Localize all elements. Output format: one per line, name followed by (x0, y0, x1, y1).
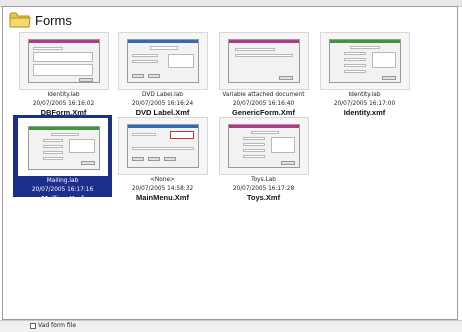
thumbnail (218, 32, 309, 90)
thumbnail (117, 32, 208, 90)
file-label-name: Toys.Lab (251, 177, 276, 183)
file-tile-genericform[interactable]: Variable attached document 20/07/2005 16… (216, 32, 311, 117)
folder-header: Forms (9, 9, 72, 31)
file-date: 20/07/2005 16:16:40 (232, 101, 295, 107)
page-title: Forms (35, 12, 72, 28)
file-label-name: Identity.lab (47, 92, 80, 98)
folder-icon (9, 12, 31, 28)
thumbnail (117, 117, 208, 175)
file-label-name: Identity.lab (348, 92, 381, 98)
file-name: Mailing.Xmf (41, 194, 84, 203)
file-tile-dbform[interactable]: Identity.lab 20/07/2005 16:16:02 DBForm.… (16, 32, 111, 117)
status-checkbox[interactable] (30, 322, 36, 329)
file-date: 20/07/2005 16:17:28 (232, 186, 295, 192)
thumbnail (17, 118, 108, 176)
file-name: MainMenu.Xmf (136, 193, 189, 202)
status-text: Vad form file (38, 322, 77, 329)
file-tile-mainmenu[interactable]: <None> 20/07/2005 14:58:32 MainMenu.Xmf (115, 117, 210, 202)
file-date: 20/07/2005 16:17:00 (333, 101, 396, 107)
file-name: Toys.Xmf (246, 193, 281, 202)
file-label-name: Variable attached document (222, 92, 305, 98)
file-label-name: Mailing.lab (46, 178, 79, 184)
file-label-name: <None> (150, 177, 175, 183)
thumbnail (18, 32, 109, 90)
file-date: 20/07/2005 16:17:16 (31, 187, 94, 193)
file-name: DVD Label.Xmf (135, 108, 190, 117)
thumbnail (218, 117, 309, 175)
file-label-name: DVD Label.lab (142, 92, 183, 98)
file-date: 20/07/2005 14:58:32 (131, 186, 194, 192)
file-tile-toys[interactable]: Toys.Lab 20/07/2005 16:17:28 Toys.Xmf (216, 117, 311, 202)
file-name: Identity.xmf (343, 108, 386, 117)
file-tile-mailing[interactable]: Mailing.lab 20/07/2005 16:17:16 Mailing.… (13, 115, 112, 203)
status-bar: Vad form file (0, 320, 462, 332)
file-name: GenericForm.Xmf (232, 108, 295, 117)
file-tile-identity[interactable]: Identity.lab 20/07/2005 16:17:00 Identit… (317, 32, 412, 117)
file-date: 20/07/2005 16:16:24 (131, 101, 194, 107)
thumbnail (319, 32, 410, 90)
file-date: 20/07/2005 16:16:02 (32, 101, 95, 107)
file-tile-dvd-label[interactable]: DVD Label.lab 20/07/2005 16:16:24 DVD La… (115, 32, 210, 117)
